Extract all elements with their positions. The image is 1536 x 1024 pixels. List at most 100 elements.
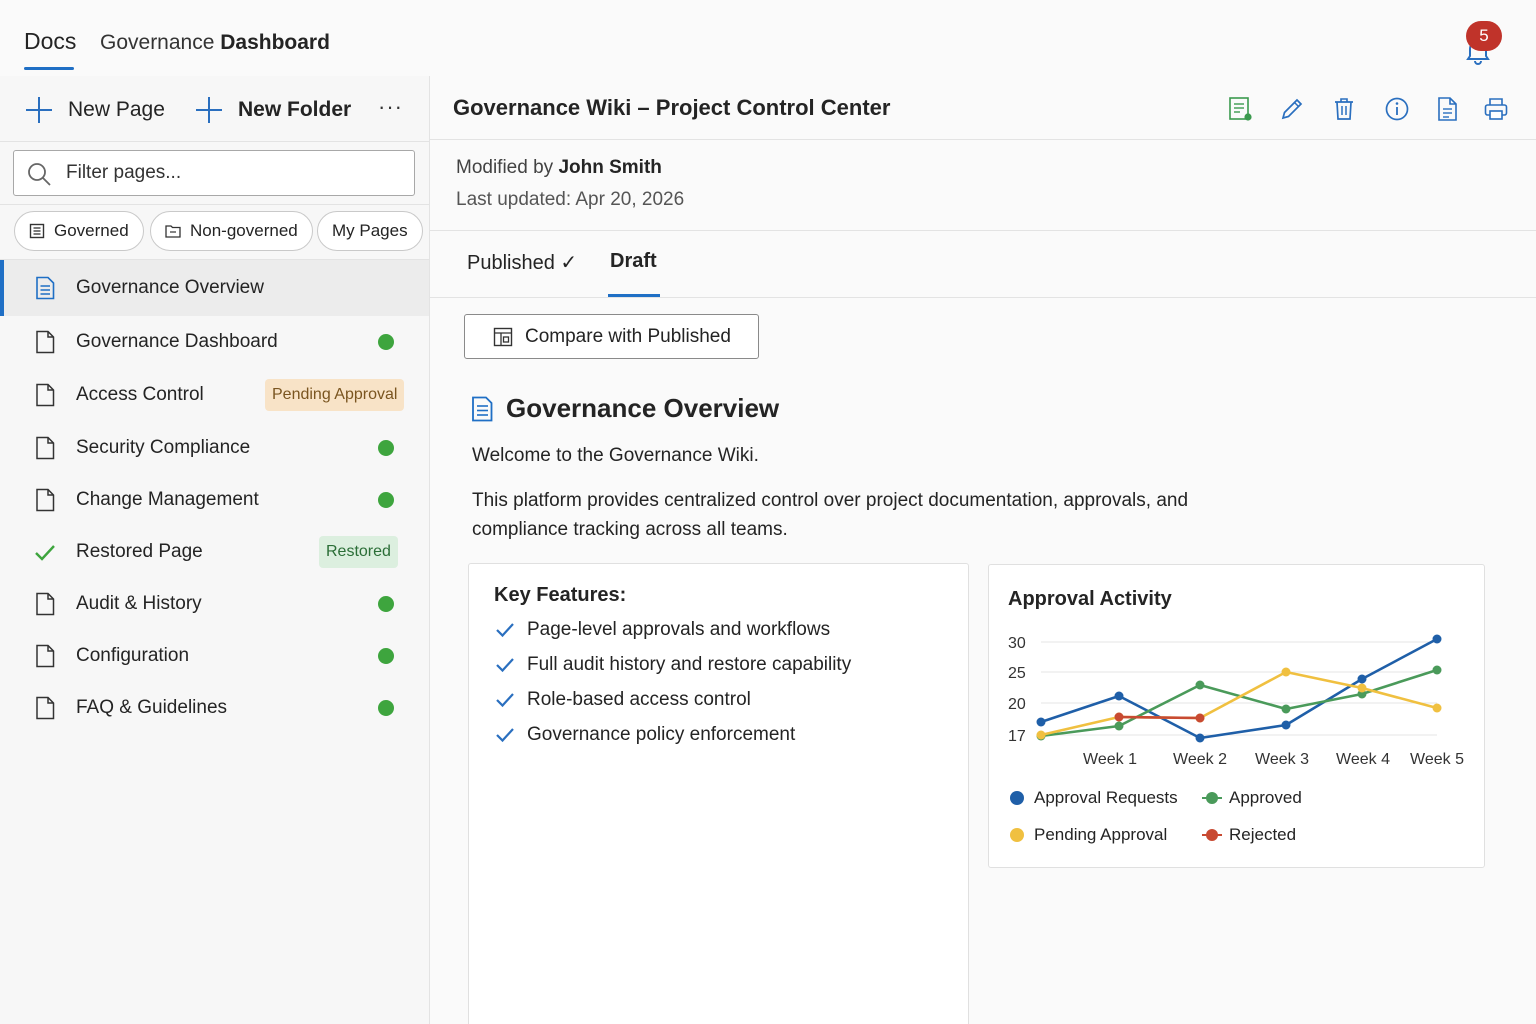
sidebar-item-restored-page[interactable]: Restored Page Restored <box>0 526 429 578</box>
sidebar-item-label: Change Management <box>76 489 259 510</box>
feature-item: Role-based access control <box>495 689 751 711</box>
data-point <box>1195 733 1205 743</box>
data-point <box>1114 712 1124 722</box>
page-icon <box>36 330 55 354</box>
filter-pages-input[interactable] <box>66 159 396 187</box>
y-tick-label: 20 <box>1008 696 1026 713</box>
page-meta: Modified by John Smith Last updated: Apr… <box>430 140 1536 231</box>
delete-trash-icon[interactable] <box>1331 96 1357 122</box>
sidebar-item-access-control[interactable]: Access Control Pending Approval <box>0 369 429 421</box>
breadcrumb[interactable]: Governance Dashboard <box>100 31 330 55</box>
chip-my-pages-label: My Pages <box>332 221 408 240</box>
legend-label: Rejected <box>1229 825 1297 844</box>
page-title: Governance Wiki – Project Control Center <box>453 95 891 120</box>
print-icon[interactable] <box>1483 96 1509 122</box>
feature-label: Governance policy enforcement <box>527 724 796 745</box>
app-brand-tab[interactable]: Docs <box>24 28 76 55</box>
y-tick-label: 25 <box>1008 665 1026 682</box>
legend-label: Approved <box>1229 788 1302 807</box>
pending-approval-badge: Pending Approval <box>265 379 405 411</box>
legend-label: Approval Requests <box>1034 788 1178 807</box>
chip-non-governed[interactable]: Non-governed <box>150 211 313 251</box>
chip-my-pages[interactable]: My Pages <box>317 211 423 251</box>
chip-non-governed-label: Non-governed <box>190 221 298 240</box>
info-icon[interactable] <box>1384 96 1410 122</box>
data-point <box>1036 730 1046 740</box>
legend-pending-approval: Pending Approval <box>1009 825 1167 845</box>
approval-activity-card: Approval Activity 30 25 20 17 Week 1 Week 2 We… <box>988 564 1485 868</box>
check-icon <box>496 728 514 743</box>
feature-item: Page-level approvals and workflows <box>495 619 830 641</box>
feature-item: Governance policy enforcement <box>495 724 795 746</box>
sidebar-item-label: Access Control <box>76 384 204 405</box>
data-point <box>1432 703 1442 713</box>
sidebar-item-label: FAQ & Guidelines <box>76 697 228 718</box>
data-point <box>1195 713 1205 723</box>
sidebar-item-faq-guidelines[interactable]: FAQ & Guidelines <box>0 682 429 734</box>
data-point <box>1357 683 1367 693</box>
edit-pencil-icon[interactable] <box>1279 96 1305 122</box>
more-options-button[interactable]: ··· <box>378 94 403 120</box>
data-point <box>1195 680 1205 690</box>
sidebar: New Page New Folder ··· Governed Non-gov… <box>0 76 430 1024</box>
breadcrumb-current: Dashboard <box>220 31 330 54</box>
data-point <box>1432 634 1442 644</box>
legend-marker <box>1010 828 1024 842</box>
modified-by-user[interactable]: John Smith <box>558 157 661 178</box>
last-updated: Last updated: Apr 20, 2026 <box>456 189 685 210</box>
sidebar-item-governance-overview[interactable]: Governance Overview <box>0 260 429 316</box>
checkmark-icon <box>35 545 55 561</box>
page-icon <box>36 436 55 460</box>
new-page-button[interactable]: New Page <box>26 94 165 126</box>
plus-icon <box>196 97 222 123</box>
legend-rejected: Rejected <box>1202 825 1296 845</box>
search-icon <box>28 163 51 186</box>
page-icon <box>36 644 55 668</box>
data-point <box>1114 691 1124 701</box>
version-tabs: Published ✓ Draft <box>430 231 1536 298</box>
sidebar-item-configuration[interactable]: Configuration <box>0 630 429 682</box>
restored-badge: Restored <box>319 536 398 568</box>
data-point <box>1281 704 1291 714</box>
legend-approved: Approved <box>1202 788 1302 808</box>
approval-list-icon[interactable] <box>1227 96 1253 122</box>
notification-badge[interactable]: 5 <box>1466 21 1502 51</box>
sidebar-item-label: Configuration <box>76 645 190 666</box>
sidebar-item-audit-history[interactable]: Audit & History <box>0 578 429 630</box>
sidebar-item-change-management[interactable]: Change Management <box>0 474 429 526</box>
tab-published[interactable]: Published ✓ <box>467 250 577 275</box>
compare-with-published-button[interactable]: Compare with Published <box>464 314 759 359</box>
y-tick-label: 30 <box>1008 635 1026 652</box>
page-icon <box>36 383 55 407</box>
data-point <box>1114 721 1124 731</box>
page-header: Governance Wiki – Project Control Center <box>430 76 1536 140</box>
chip-governed[interactable]: Governed <box>14 211 144 251</box>
filter-chips: Governed Non-governed My Pages <box>0 204 429 260</box>
data-point <box>1357 674 1367 684</box>
x-tick-label: Week 3 <box>1255 751 1309 768</box>
sidebar-item-governance-dashboard[interactable]: Governance Dashboard <box>0 316 429 368</box>
compare-label: Compare with Published <box>525 325 731 347</box>
check-icon <box>496 658 514 673</box>
modified-by: Modified by John Smith <box>456 157 662 179</box>
data-point <box>1036 717 1046 727</box>
page-icon <box>36 696 55 720</box>
sidebar-item-label: Governance Overview <box>76 277 264 298</box>
x-tick-label: Week 2 <box>1173 751 1227 768</box>
active-tab-underline <box>608 294 660 297</box>
export-document-icon[interactable] <box>1435 96 1461 122</box>
intro-text: Welcome to the Governance Wiki. <box>472 445 759 466</box>
sidebar-item-security-compliance[interactable]: Security Compliance <box>0 422 429 474</box>
feature-label: Full audit history and restore capabilit… <box>527 654 852 675</box>
check-icon <box>496 623 514 638</box>
feature-label: Role-based access control <box>527 689 751 710</box>
tab-draft[interactable]: Draft <box>610 250 657 273</box>
key-features-card: Key Features: Page-level approvals and w… <box>468 563 969 1024</box>
filter-pages-field[interactable] <box>13 150 415 196</box>
feature-item: Full audit history and restore capabilit… <box>495 654 851 676</box>
sidebar-item-label: Restored Page <box>76 541 203 562</box>
legend-marker <box>1010 791 1024 805</box>
feature-label: Page-level approvals and workflows <box>527 619 831 640</box>
new-folder-button[interactable]: New Folder <box>196 94 351 126</box>
main-content: Governance Wiki – Project Control Center… <box>430 76 1536 1024</box>
